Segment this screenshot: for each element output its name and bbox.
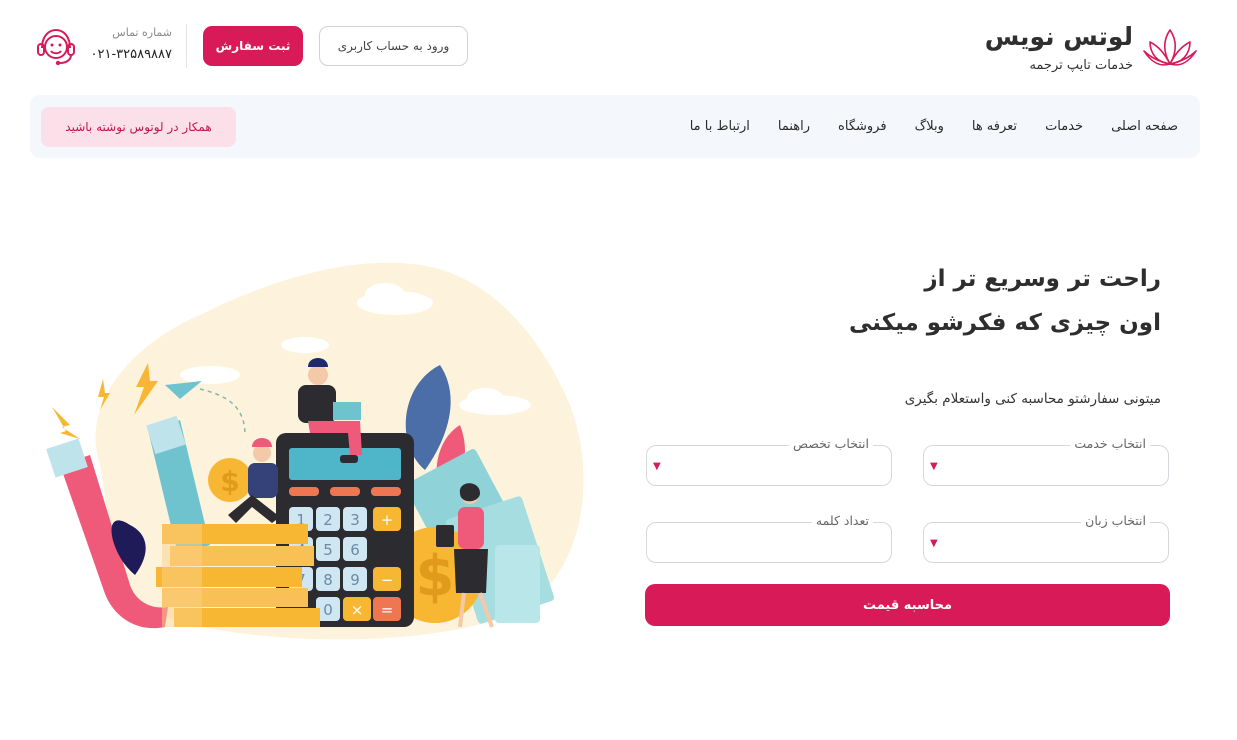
calculate-price-button[interactable]: محاسبه قیمت [645, 584, 1170, 626]
calculator-key-label: 5 [323, 541, 333, 559]
nav-item-blog[interactable]: وبلاگ [901, 119, 958, 134]
hero-title-line-2: اون چیزی که فکرشو میکنی [849, 310, 1161, 336]
header-divider [186, 24, 187, 68]
calculator-key-label: + [381, 511, 394, 529]
chevron-down-icon: ▼ [930, 538, 938, 549]
brand-name: لوتس نویس [984, 22, 1133, 51]
service-select[interactable]: انتخاب خدمت ▼ [923, 436, 1169, 486]
contact-phone[interactable]: ۰۲۱-۳۲۵۸۹۸۸۷ [80, 47, 172, 62]
svg-text:$: $ [416, 544, 455, 609]
nav-item-home[interactable]: صفحه اصلی [1097, 119, 1178, 134]
brand[interactable]: لوتس نویس خدمات تایپ ترجمه [985, 22, 1199, 73]
specialty-select[interactable]: انتخاب تخصص ▼ [646, 436, 892, 486]
brand-tagline: خدمات تایپ ترجمه [1029, 58, 1133, 73]
hero-title-line-1: راحت تر وسریع تر از [924, 266, 1161, 292]
chevron-down-icon: ▼ [930, 461, 938, 472]
language-select[interactable]: انتخاب زبان ▼ [923, 513, 1169, 563]
chevron-down-icon: ▼ [653, 461, 661, 472]
nav-item-guide[interactable]: راهنما [764, 119, 824, 134]
nav-item-shop[interactable]: فروشگاه [824, 119, 901, 134]
specialty-select-label: انتخاب تخصص [788, 436, 873, 451]
place-order-button[interactable]: ثبت سفارش [203, 26, 303, 66]
hero-title: راحت تر وسریع تر از اون چیزی که فکرشو می… [741, 257, 1161, 345]
calculator-key-label: × [351, 601, 364, 619]
calculator-key-label: 3 [350, 511, 360, 529]
partner-button[interactable]: همکار در لوتوس نوشته باشید [41, 107, 236, 147]
calculator-key-label: 8 [323, 571, 333, 589]
service-select-label: انتخاب خدمت [1070, 436, 1150, 451]
contact-info: شماره تماس ۰۲۱-۳۲۵۸۹۸۸۷ [80, 26, 173, 62]
calculator-key-label: − [381, 571, 394, 589]
login-button[interactable]: ورود به حساب کاربری [319, 26, 468, 66]
svg-text:$: $ [220, 465, 239, 498]
word-count-label: تعداد کلمه [811, 513, 873, 528]
nav-menu: صفحه اصلی خدمات تعرفه ها وبلاگ فروشگاه ر… [676, 95, 1178, 158]
coin-stack [156, 524, 320, 627]
calculator-key-label: 0 [323, 601, 333, 619]
contact-label: شماره تماس [112, 26, 172, 39]
hero-illustration: $ 123+456789−0×= $ [46, 262, 584, 640]
calculator-key-label: 6 [350, 541, 360, 559]
language-select-label: انتخاب زبان [1081, 513, 1150, 528]
main-navbar: صفحه اصلی خدمات تعرفه ها وبلاگ فروشگاه ر… [30, 95, 1200, 158]
lightning-icon [52, 407, 80, 439]
headset-support-icon [37, 28, 75, 66]
calculator-key-label: = [381, 601, 394, 619]
word-count-input[interactable]: تعداد کلمه [646, 513, 892, 563]
lotus-icon [1143, 28, 1197, 66]
calculator-key-label: 2 [323, 511, 333, 529]
nav-item-services[interactable]: خدمات [1031, 119, 1097, 134]
nav-item-contact[interactable]: ارتباط با ما [676, 119, 764, 134]
hero-subtitle: میتونی سفارشتو محاسبه کنی واستعلام بگیری [904, 391, 1161, 407]
calculator-key-label: 9 [350, 571, 360, 589]
nav-item-pricing[interactable]: تعرفه ها [958, 119, 1031, 134]
